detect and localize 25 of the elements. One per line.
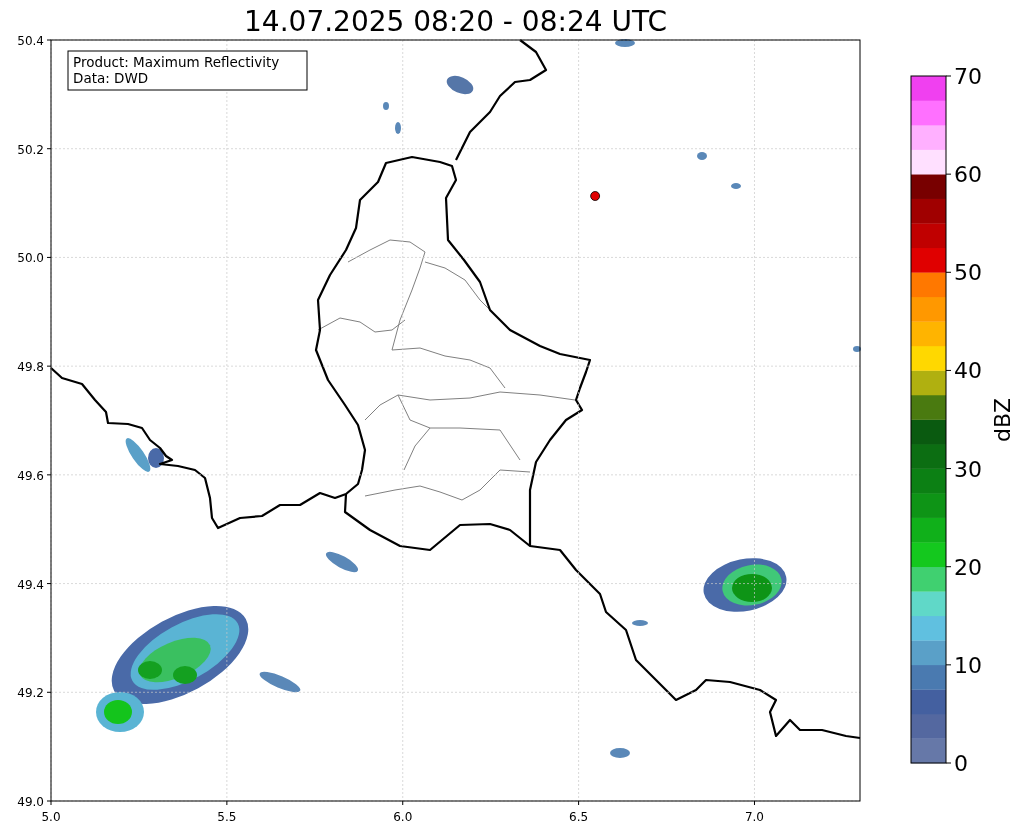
colorbar-tick-label: 0 [954, 751, 968, 776]
colorbar-label: dBZ [990, 397, 1015, 443]
colorbar-tick-label: 70 [954, 64, 982, 89]
colorbar-tick-label: 50 [954, 260, 982, 286]
y-tick-label: 50.4 [17, 34, 44, 48]
y-tick-label: 49.8 [17, 360, 44, 375]
y-tick-label: 50.0 [17, 251, 44, 266]
x-tick-label: 5.5 [217, 810, 237, 824]
legend-text: Data: DWD [73, 70, 149, 86]
x-tick-label: 5.0 [41, 810, 61, 824]
chart-title: 14.07.2025 08:20 - 08:24 UTC [244, 5, 667, 38]
colorbar-tick-label: 10 [954, 652, 982, 678]
x-tick-label: 6.5 [569, 810, 589, 824]
colorbar-tick-label: 20 [954, 554, 982, 580]
y-tick-label: 49.0 [17, 795, 44, 809]
colorbar-tick-label: 30 [954, 456, 982, 482]
y-tick-label: 50.2 [17, 142, 44, 157]
legend-text: Product: Maximum Reflectivity [73, 54, 280, 70]
y-tick-label: 49.4 [17, 577, 44, 592]
colorbar-tick-label: 60 [954, 162, 982, 188]
x-tick-label: 6.0 [393, 810, 413, 824]
y-tick-label: 49.6 [17, 468, 44, 483]
y-tick-label: 49.2 [17, 686, 44, 701]
colorbar-tick-label: 40 [954, 358, 982, 384]
x-tick-label: 7.0 [744, 810, 765, 824]
